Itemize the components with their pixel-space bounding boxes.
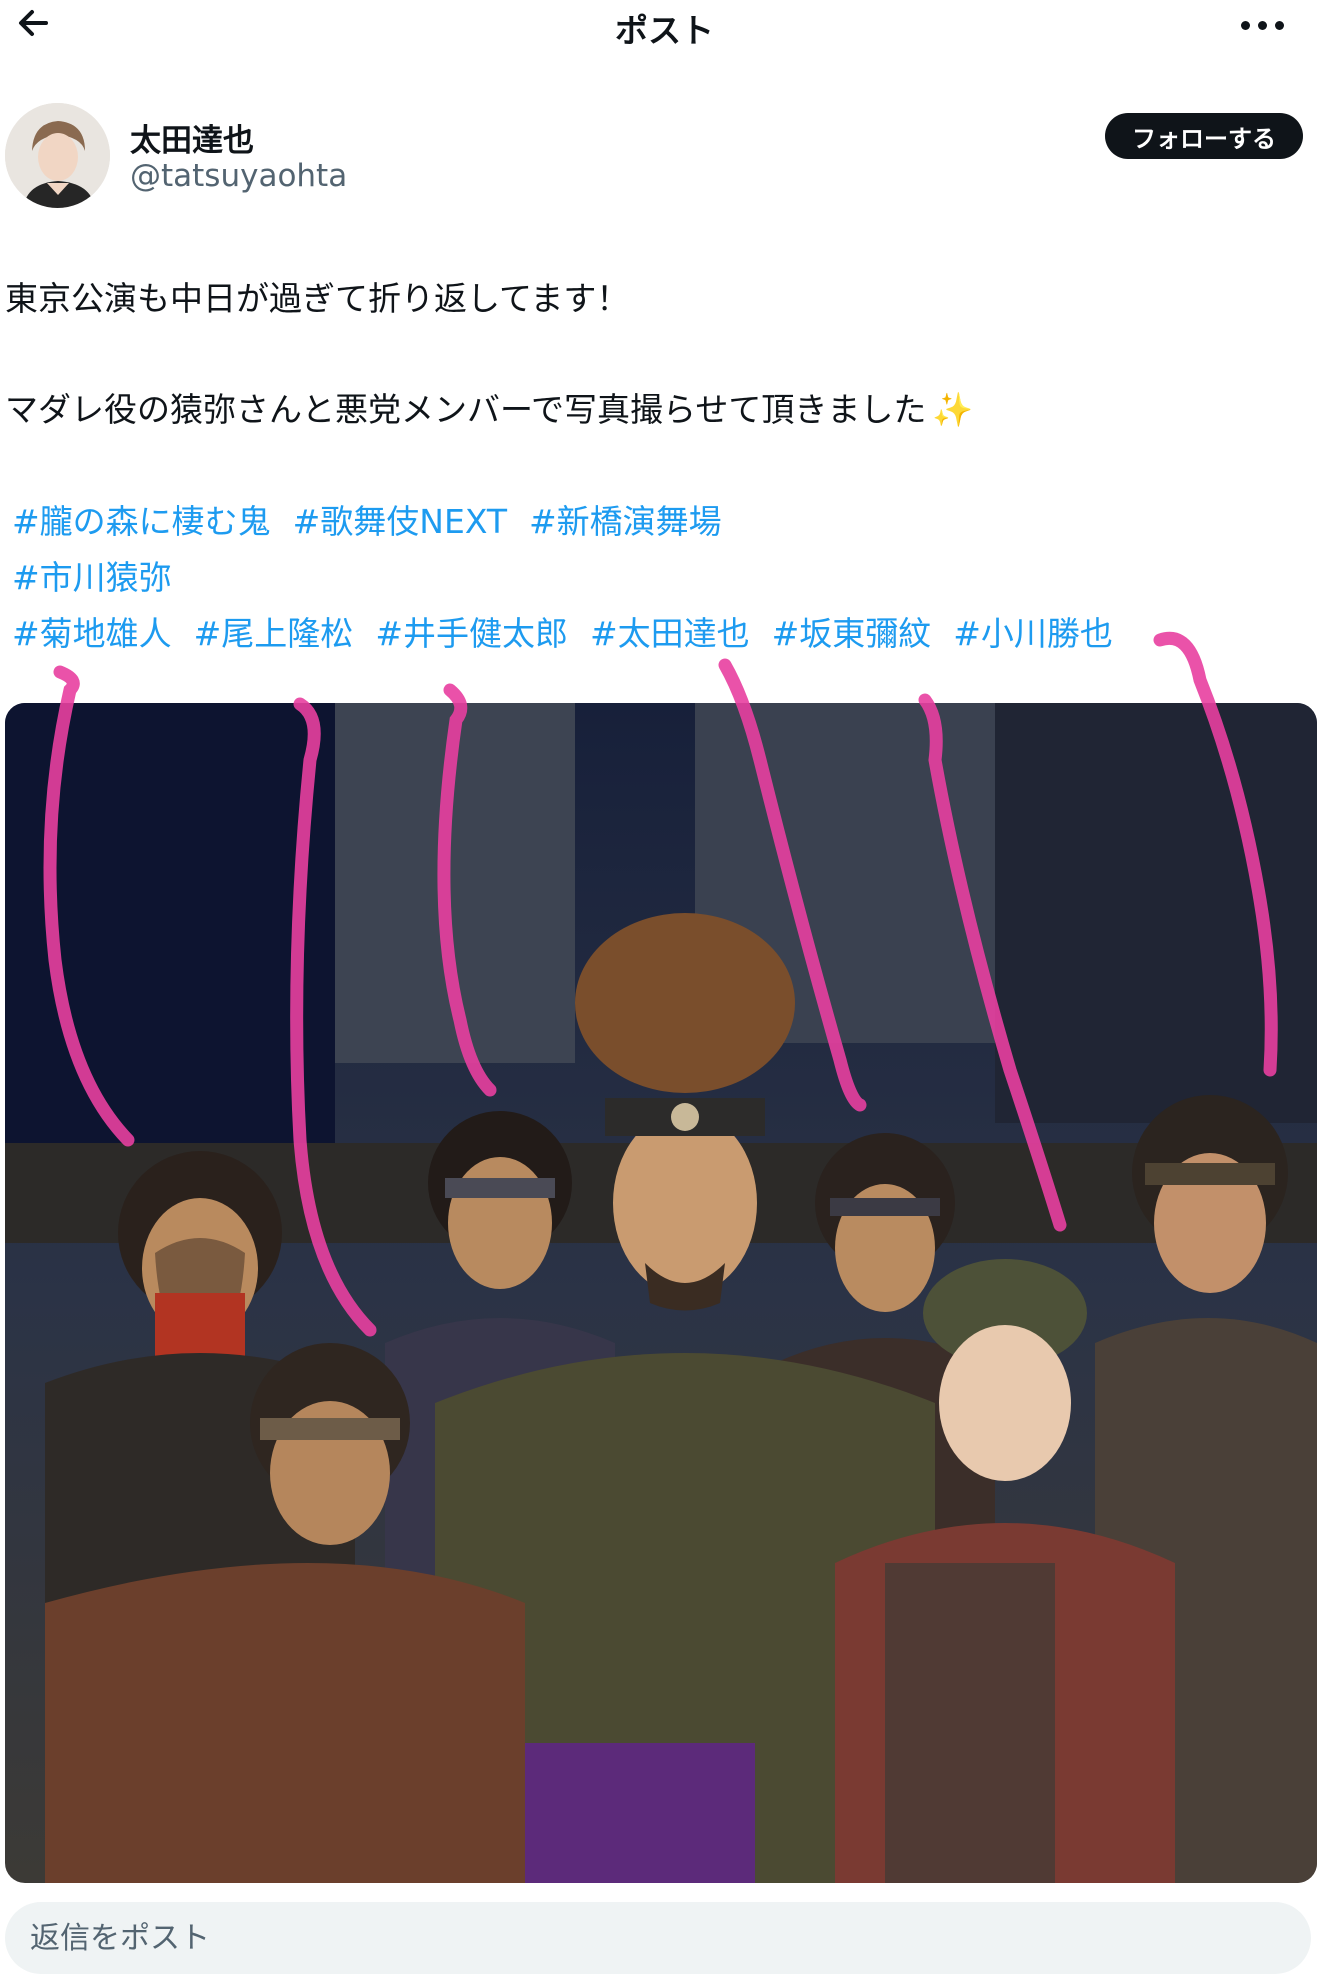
hashtag-link[interactable]: #小川勝也 [953, 614, 1113, 653]
hashtag-link[interactable]: #市川猿弥 [12, 558, 172, 597]
sparkles-emoji-icon: ✨ [932, 390, 974, 429]
follow-button[interactable]: フォローする [1105, 113, 1303, 159]
cast-photo-illustration [5, 703, 1317, 1883]
post-text-line-2: マダレ役の猿弥さんと悪党メンバーで写真撮らせて頂きました ✨ [5, 383, 973, 431]
reply-input[interactable] [5, 1902, 1311, 1974]
hashtag-link[interactable]: #朧の森に棲む鬼 [12, 502, 271, 541]
hashtag-link[interactable]: #坂東彌紋 [772, 614, 932, 653]
hashtag-row-2: #市川猿弥 [12, 551, 194, 599]
more-horizontal-icon [1241, 21, 1250, 30]
more-options-button[interactable] [1235, 6, 1305, 40]
post-photo[interactable] [5, 703, 1317, 1883]
hashtag-link[interactable]: #歌舞伎NEXT [293, 502, 507, 541]
avatar[interactable] [5, 103, 110, 208]
post-text-line-2-content: マダレ役の猿弥さんと悪党メンバーで写真撮らせて頂きました [5, 390, 927, 429]
hashtag-link[interactable]: #尾上隆松 [194, 614, 354, 653]
post-text-line-1: 東京公演も中日が過ぎて折り返してます！ [5, 279, 630, 318]
hashtag-row-3: #菊地雄人 #尾上隆松 #井手健太郎 #太田達也 #坂東彌紋 #小川勝也 [12, 607, 1135, 655]
hashtag-link[interactable]: #太田達也 [590, 614, 750, 653]
hashtag-link[interactable]: #井手健太郎 [375, 614, 568, 653]
hashtag-link[interactable]: #菊地雄人 [12, 614, 172, 653]
top-bar: ポスト [0, 0, 1329, 50]
page-title: ポスト [615, 11, 714, 50]
author-handle[interactable]: @tatsuyaohta [130, 158, 347, 194]
author-name[interactable]: 太田達也 [130, 115, 254, 160]
hashtag-row-1: #朧の森に棲む鬼 #歌舞伎NEXT #新橋演舞場 [12, 495, 744, 543]
avatar-image [5, 103, 110, 208]
hashtag-link[interactable]: #新橋演舞場 [529, 502, 722, 541]
